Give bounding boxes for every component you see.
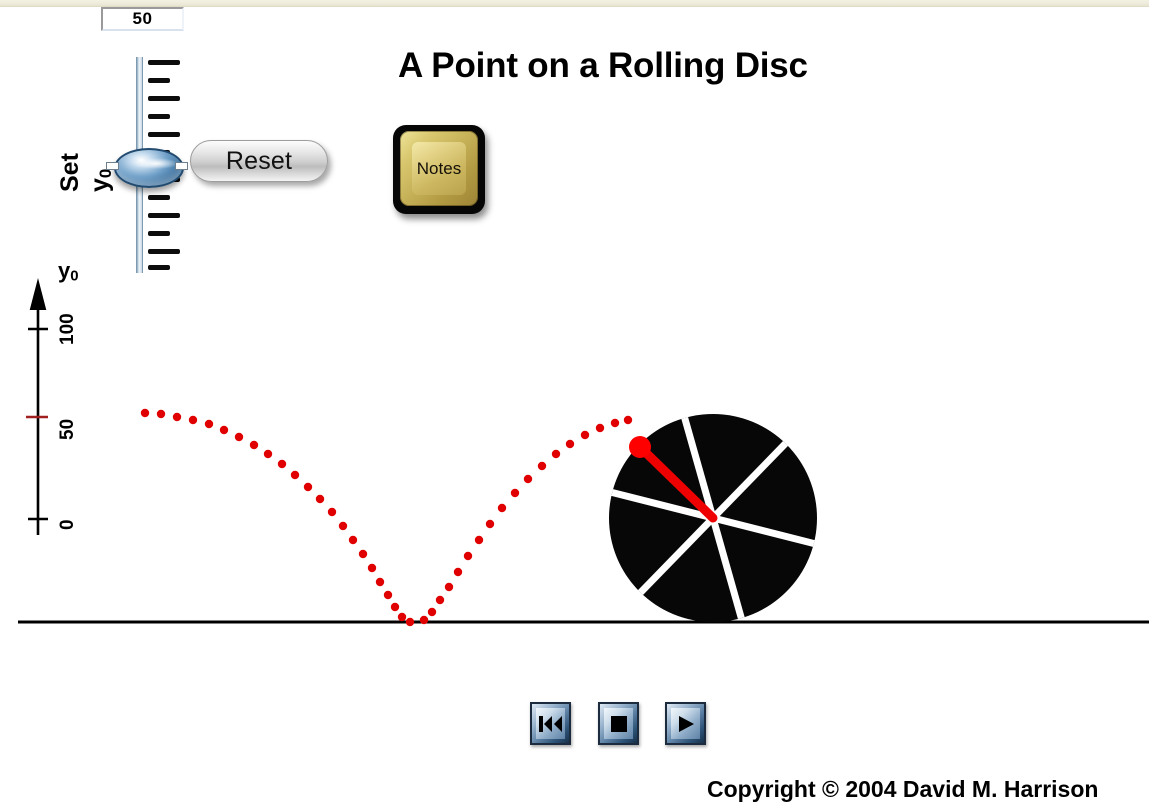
trace-dot xyxy=(485,519,495,529)
notes-button-face: Notes xyxy=(412,142,466,195)
stop-icon xyxy=(610,715,627,732)
slider-tick xyxy=(148,132,180,137)
rewind-icon xyxy=(539,715,562,732)
stop-button[interactable] xyxy=(598,702,639,745)
trace-dot xyxy=(497,503,507,513)
trace-dot xyxy=(510,488,520,498)
trace-dot xyxy=(315,494,325,504)
trace-dot xyxy=(156,409,166,419)
stop-button-inner xyxy=(604,708,633,739)
disc-spoke xyxy=(611,489,815,547)
trace-dot xyxy=(249,440,259,450)
trace-dot xyxy=(405,617,415,627)
trace-dot xyxy=(580,430,590,440)
page-title: A Point on a Rolling Disc xyxy=(398,46,808,85)
trace-dot xyxy=(303,482,313,492)
disc-body xyxy=(609,414,817,622)
trace-dot xyxy=(290,470,300,480)
rewind-button[interactable] xyxy=(530,702,571,745)
y-axis-tick-label-0: 0 xyxy=(57,519,78,530)
trace-dot xyxy=(537,461,547,471)
play-button-inner xyxy=(671,708,700,739)
disc-spoke xyxy=(637,441,789,595)
play-button[interactable] xyxy=(665,702,706,745)
trace-dot xyxy=(623,415,633,425)
rim-point-marker xyxy=(629,436,651,458)
slider-tick xyxy=(148,249,180,254)
rewind-button-inner xyxy=(536,708,565,739)
reset-button-label: Reset xyxy=(225,146,293,175)
cycloid-trace xyxy=(140,408,645,627)
slider-tick xyxy=(148,96,180,101)
set-label: Set xyxy=(56,153,84,192)
slider-tick xyxy=(148,114,170,119)
trace-dot xyxy=(263,449,273,459)
trace-dot xyxy=(453,567,463,577)
trace-dot xyxy=(348,535,358,545)
y-axis-tick-label-100: 100 xyxy=(57,313,78,345)
trace-dot xyxy=(435,595,445,605)
slider-thumb-gloss xyxy=(134,158,178,169)
trace-dot xyxy=(172,412,182,422)
trace-dot xyxy=(463,551,473,561)
trace-dot xyxy=(595,423,605,433)
rolling-disc xyxy=(609,414,817,622)
trace-dot xyxy=(551,449,561,459)
y-axis-name: y0 xyxy=(58,258,79,285)
y-axis xyxy=(26,278,48,535)
slider-tick xyxy=(148,195,170,200)
y-axis-letter: y xyxy=(58,258,71,283)
disc-spoke xyxy=(681,416,745,620)
trace-dot xyxy=(188,415,198,425)
trace-dot xyxy=(419,615,429,625)
slider-tick xyxy=(148,265,170,270)
trace-dot xyxy=(234,432,244,442)
slider-thumb-right-nub xyxy=(175,162,188,170)
trace-dot xyxy=(338,521,348,531)
play-icon xyxy=(678,715,694,732)
trace-dot xyxy=(427,607,437,617)
y0-value-box[interactable]: 50 xyxy=(101,7,184,31)
trace-dot xyxy=(397,612,407,622)
trace-dot xyxy=(610,418,620,428)
trace-dot xyxy=(390,602,400,612)
trace-dot xyxy=(327,507,337,517)
trace-dot xyxy=(565,439,575,449)
notes-button-cap: Notes xyxy=(400,131,478,206)
y0-value-text: 50 xyxy=(132,9,153,28)
disc-radius-line xyxy=(635,442,718,523)
y0-slider[interactable] xyxy=(106,57,188,275)
trace-dot xyxy=(204,419,214,429)
trace-dot xyxy=(375,577,385,587)
trace-dot xyxy=(523,474,533,484)
y-axis-subscript: 0 xyxy=(70,267,79,285)
trace-dot xyxy=(358,549,368,559)
slider-tick xyxy=(148,60,180,65)
trace-dot xyxy=(635,442,645,452)
slider-thumb[interactable] xyxy=(106,145,188,188)
slider-thumb-left-nub xyxy=(106,162,119,170)
window-top-strip xyxy=(0,0,1149,7)
trace-dot xyxy=(383,590,393,600)
notes-button-label: Notes xyxy=(416,158,462,178)
trace-dot xyxy=(444,582,454,592)
trace-dot xyxy=(367,563,377,573)
notes-button[interactable]: Notes xyxy=(393,125,485,214)
trace-dot xyxy=(219,425,229,435)
reset-button[interactable]: Reset xyxy=(190,140,328,182)
trace-dot xyxy=(277,459,287,469)
y-axis-tick-label-50: 50 xyxy=(57,418,78,440)
slider-tick xyxy=(148,213,180,218)
slider-tick xyxy=(148,78,170,83)
slider-thumb-body xyxy=(114,148,184,188)
trace-dot xyxy=(474,535,484,545)
slider-tick xyxy=(148,231,170,236)
copyright-text: Copyright © 2004 David M. Harrison xyxy=(707,776,1099,802)
trace-dot xyxy=(140,408,150,418)
disc-spokes xyxy=(611,416,815,620)
